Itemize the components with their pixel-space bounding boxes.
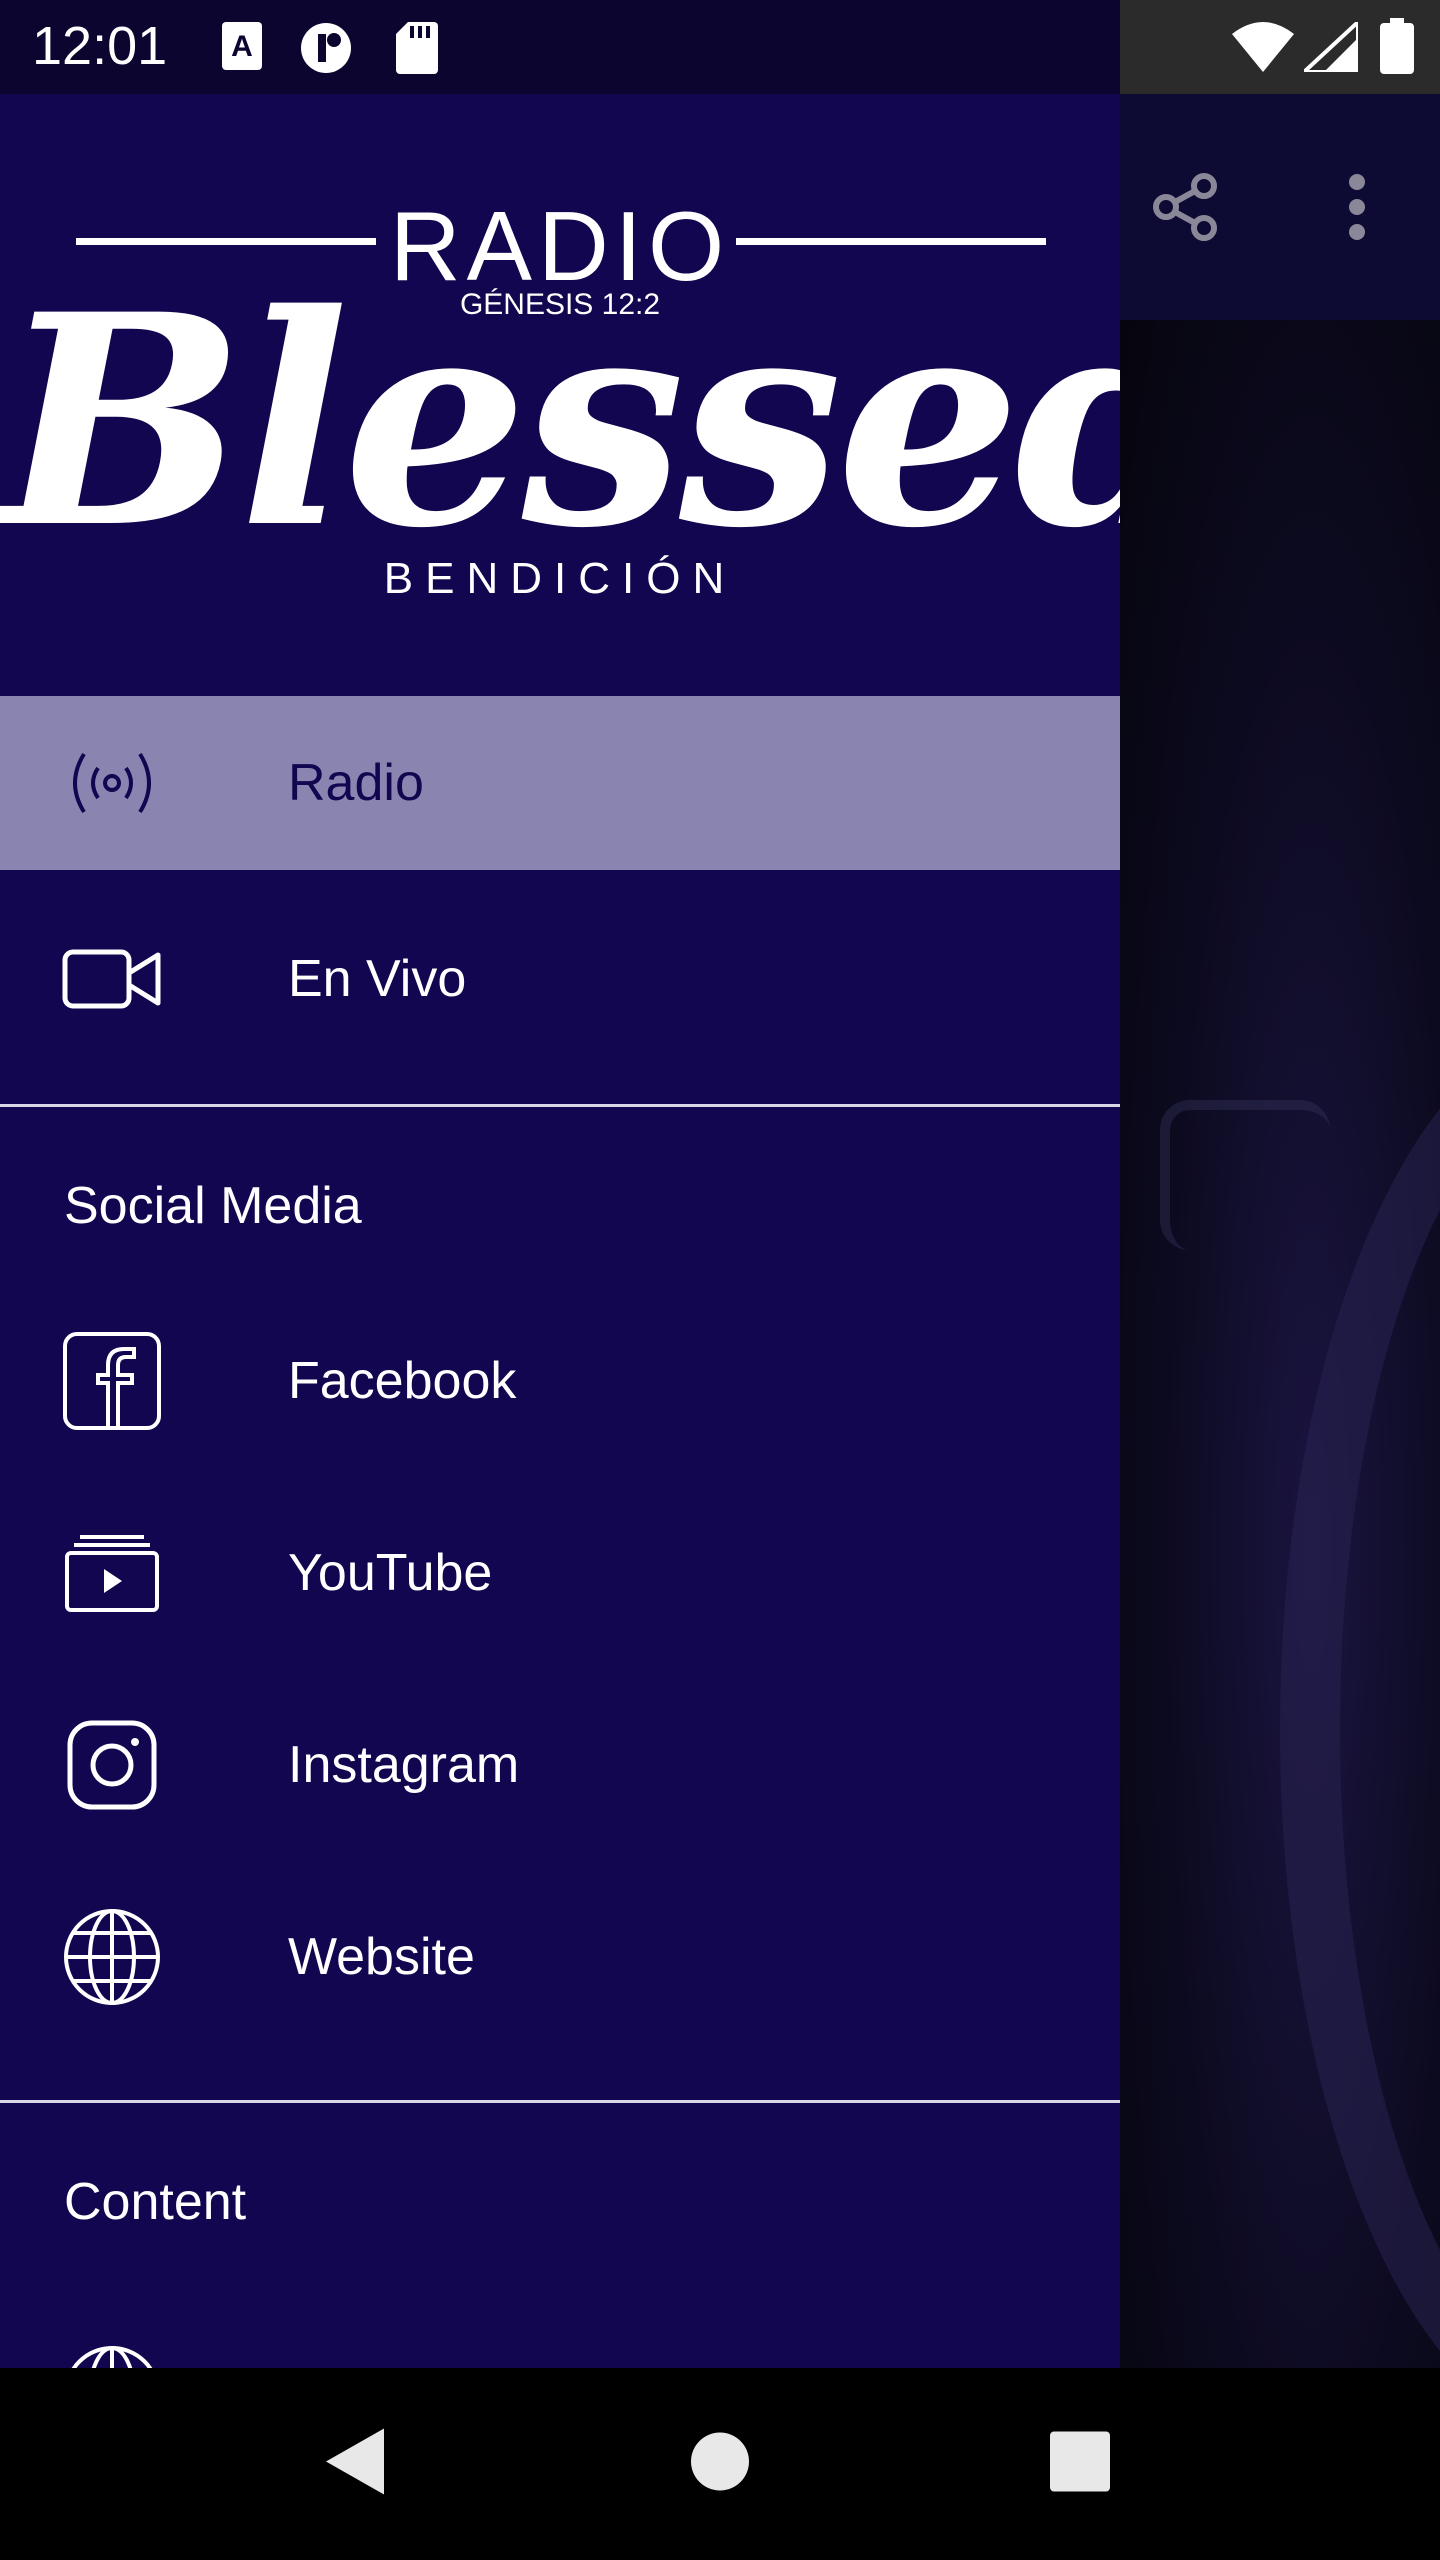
radio-blessed-logo: RADIO GÉNESIS 12:2 Blessed BENDICIÓN — [0, 94, 1120, 696]
system-navigation-bar — [0, 2368, 1440, 2560]
section-divider — [0, 2100, 1120, 2103]
menu-item-facebook[interactable]: Facebook — [0, 1294, 1120, 1468]
logo-bendicion-text: BENDICIÓN — [383, 554, 737, 603]
background-app — [1120, 94, 1440, 2368]
background-content — [1120, 320, 1440, 2368]
status-right-area — [1120, 0, 1440, 94]
wifi-icon — [1232, 20, 1294, 77]
background-toolbar — [1120, 94, 1440, 320]
globe-icon — [62, 1907, 162, 2007]
home-icon[interactable] — [690, 2432, 750, 2497]
instagram-icon — [62, 1715, 162, 1815]
sd-card-icon — [396, 22, 438, 79]
section-divider — [0, 1104, 1120, 1107]
logo-blessed-text: Blessed — [0, 252, 1120, 592]
share-icon[interactable] — [1150, 172, 1220, 247]
menu-item-instagram[interactable]: Instagram — [0, 1678, 1120, 1852]
battery-icon — [1380, 18, 1414, 79]
menu-item-youtube[interactable]: YouTube — [0, 1486, 1120, 1660]
facebook-icon — [62, 1331, 162, 1431]
menu-item-label: YouTube — [288, 1544, 493, 1602]
background-shape — [1160, 1100, 1330, 1250]
menu-item-label: Facebook — [288, 1352, 517, 1410]
app-circle-icon — [300, 22, 358, 79]
menu-item-radio[interactable]: Radio — [0, 696, 1120, 870]
section-title-social: Social Media — [64, 1177, 362, 1235]
signal-icon — [1298, 17, 1360, 77]
navigation-drawer: RADIO GÉNESIS 12:2 Blessed BENDICIÓN Rad… — [0, 94, 1120, 2368]
menu-item-en-vivo[interactable]: En Vivo — [0, 892, 1120, 1066]
status-bar: 12:01 A — [0, 0, 1440, 94]
video-camera-icon — [62, 929, 162, 1029]
svg-text:A: A — [231, 30, 253, 63]
menu-item-website[interactable]: Website — [0, 1870, 1120, 2044]
font-a-icon: A — [222, 22, 262, 75]
recents-icon[interactable] — [1050, 2431, 1110, 2497]
menu-item-label: Website — [288, 1928, 475, 1986]
youtube-icon — [62, 1523, 162, 1623]
radio-broadcast-icon — [62, 733, 162, 833]
menu-item-label: Instagram — [288, 1736, 520, 1794]
menu-item-label: Radio — [288, 754, 424, 812]
back-icon[interactable] — [326, 2428, 384, 2500]
status-time: 12:01 — [32, 16, 168, 76]
drawer-header: RADIO GÉNESIS 12:2 Blessed BENDICIÓN — [0, 94, 1120, 696]
menu-item-label: En Vivo — [288, 950, 467, 1008]
more-vert-icon[interactable] — [1342, 172, 1372, 247]
globe-icon — [62, 2344, 162, 2368]
section-title-content: Content — [64, 2173, 247, 2231]
